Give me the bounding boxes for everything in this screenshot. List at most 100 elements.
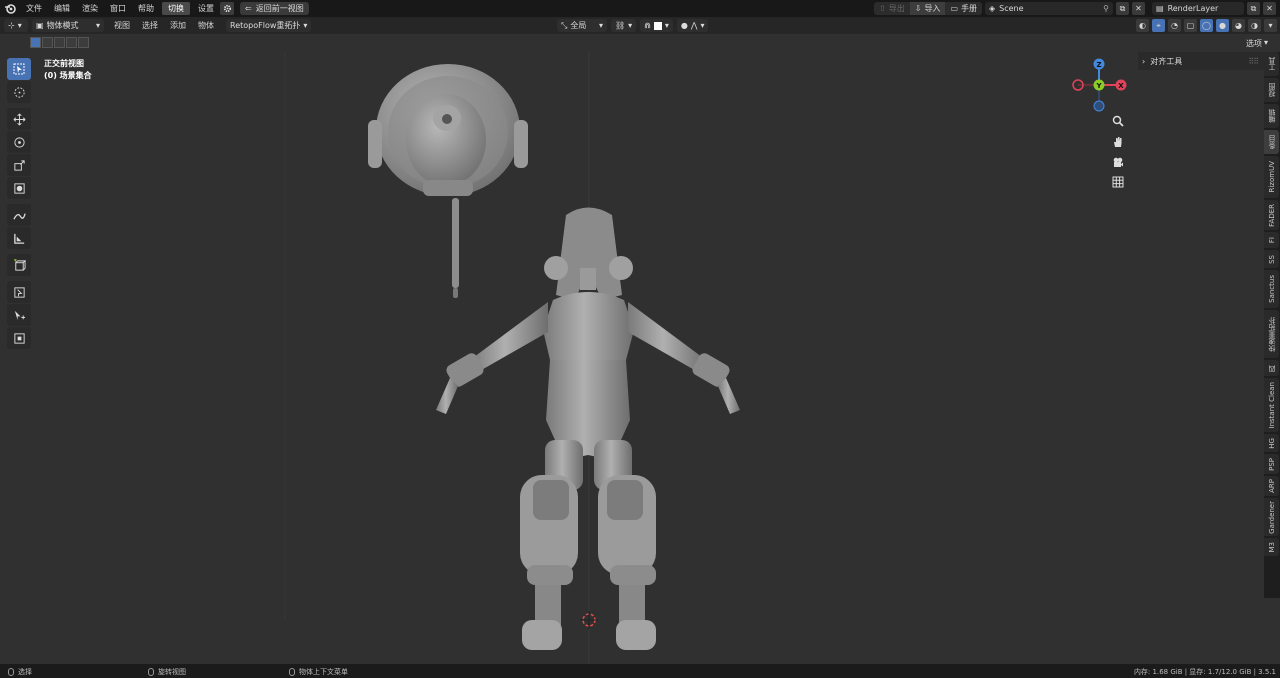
origin-icon[interactable] (7, 327, 31, 349)
proportional-edit-toggle[interactable]: ● ⋀ ▾ (676, 19, 709, 32)
gear-icon[interactable] (220, 2, 234, 15)
measure-icon[interactable] (7, 227, 31, 249)
gizmo-toggle-icon[interactable]: ⌖ (1152, 19, 1165, 32)
tab-m3[interactable]: M3 (1264, 538, 1279, 556)
scene-selector[interactable]: ◈ Scene ⚲ (985, 2, 1113, 15)
render-layer-icon: ▤ (1156, 4, 1164, 13)
menu-help[interactable]: 帮助 (132, 0, 160, 17)
navigation-gizmo[interactable]: Z X Y (1070, 56, 1130, 116)
import-icon: ⇩ (914, 4, 922, 13)
editor-type-icon: ⊹ (8, 21, 15, 30)
menu-view[interactable]: 视图 (108, 17, 136, 34)
tab-arp[interactable]: ARP (1264, 476, 1279, 496)
export-button[interactable]: ⇧ 导出 (874, 2, 910, 15)
workspace-tab-settings[interactable]: 设置 (192, 0, 220, 17)
grid-icon[interactable] (1109, 173, 1127, 191)
delete-layer-icon[interactable]: ✕ (1263, 2, 1276, 15)
select-box-icon[interactable] (30, 37, 41, 48)
tab-four[interactable]: 四 (1264, 360, 1279, 376)
select-extend-icon[interactable] (42, 37, 53, 48)
camera-icon[interactable] (1109, 153, 1127, 171)
mode-dropdown[interactable]: ▣ 物体模式 ▾ (32, 19, 104, 32)
export-label: 导出 (888, 4, 905, 13)
options-dropdown[interactable]: 选项 ▾ (1246, 38, 1268, 49)
rotate-icon[interactable] (7, 131, 31, 153)
menu-file[interactable]: 文件 (20, 0, 48, 17)
visibility-icon[interactable]: ◐ (1136, 19, 1149, 32)
tab-fader[interactable]: FADER (1264, 200, 1279, 230)
select-mode-group (30, 37, 89, 48)
tab-item[interactable]: 条目 (1264, 130, 1279, 154)
blender-logo-icon[interactable] (0, 0, 20, 17)
back-to-previous-button[interactable]: ⇐ 返回前一视图 (240, 2, 309, 15)
character-model[interactable] (436, 207, 740, 651)
wireframe-shading-icon[interactable]: ◯ (1200, 19, 1213, 32)
status-select-label: 选择 (18, 668, 32, 676)
tab-view[interactable]: 视图 (1264, 78, 1279, 102)
menu-select[interactable]: 选择 (136, 17, 164, 34)
zoom-icon[interactable] (1109, 112, 1127, 130)
transform-icon[interactable] (7, 177, 31, 199)
hand-icon[interactable] (1109, 133, 1127, 151)
tab-psp[interactable]: PSP (1264, 454, 1279, 474)
retopoflow-menu[interactable]: RetopoFlow重拓扑 ▾ (226, 19, 312, 32)
chevron-down-icon: ▾ (700, 21, 705, 30)
solid-shading-icon[interactable]: ● (1216, 19, 1229, 32)
cursor-icon[interactable] (7, 81, 31, 103)
x-axis-label: X (1118, 82, 1124, 90)
menu-object[interactable]: 物体 (192, 17, 220, 34)
tab-tool[interactable]: 工具 (1264, 52, 1279, 76)
menu-window[interactable]: 窗口 (104, 0, 132, 17)
move-icon[interactable] (7, 108, 31, 130)
shear-icon[interactable] (7, 304, 31, 326)
new-layer-icon[interactable]: ⧉ (1247, 2, 1260, 15)
align-tools-panel-header[interactable]: › 对齐工具 ⠿⠿ (1138, 52, 1264, 70)
tab-gardener[interactable]: Gardener (1264, 498, 1279, 536)
menu-edit[interactable]: 编辑 (48, 0, 76, 17)
rendered-shading-icon[interactable]: ◑ (1248, 19, 1261, 32)
tab-rizomuv[interactable]: RizomUV (1264, 156, 1279, 198)
tab-instant-clean[interactable]: Instant Clean (1264, 378, 1279, 432)
tab-quick-retopo[interactable]: 快速重拓扑 (1264, 310, 1279, 358)
tab-edit[interactable]: 编辑 (1264, 104, 1279, 128)
mouse-left-icon (8, 668, 14, 676)
view-name: 正交前视图 (44, 59, 84, 68)
add-cube-icon[interactable] (7, 254, 31, 276)
select-subtract-icon[interactable] (54, 37, 65, 48)
tab-sanctus[interactable]: Sanctus (1264, 270, 1279, 308)
tab-ss[interactable]: SS (1264, 250, 1279, 268)
helmet-model[interactable] (368, 64, 528, 298)
menu-render[interactable]: 渲染 (76, 0, 104, 17)
3d-cursor-icon[interactable] (580, 611, 598, 629)
transform-pivot-icon[interactable] (7, 281, 31, 303)
delete-scene-icon[interactable]: ✕ (1132, 2, 1145, 15)
manual-button[interactable]: ▭ 手册 (945, 2, 982, 15)
shading-options-icon[interactable]: ▾ (1264, 19, 1277, 32)
tab-fi[interactable]: FI (1264, 232, 1279, 248)
sidebar-tabs: 工具 视图 编辑 条目 RizomUV FADER FI SS Sanctus … (1264, 52, 1280, 598)
xray-toggle-icon[interactable]: ▢ (1184, 19, 1197, 32)
editor-type-dropdown[interactable]: ⊹ ▾ (4, 19, 28, 32)
import-label: 导入 (924, 4, 941, 13)
select-intersect-icon[interactable] (78, 37, 89, 48)
pivot-dropdown[interactable]: ⛓ ▾ (611, 19, 637, 32)
transform-orientation-dropdown[interactable]: ⤡ 全局 ▾ (557, 19, 607, 32)
workspace-tab-switch[interactable]: 切换 (162, 2, 190, 15)
pin-icon[interactable]: ⚲ (1103, 4, 1109, 13)
tab-hg[interactable]: HG (1264, 434, 1279, 452)
new-scene-icon[interactable]: ⧉ (1116, 2, 1129, 15)
render-layer-selector[interactable]: ▤ RenderLayer (1152, 2, 1244, 15)
drag-grip-icon[interactable]: ⠿⠿ (1248, 57, 1259, 66)
chevron-down-icon: ▾ (664, 21, 669, 30)
overlay-toggle-icon[interactable]: ◔ (1168, 19, 1181, 32)
select-box-tool-icon[interactable] (7, 58, 31, 80)
top-menu-bar: 文件 编辑 渲染 窗口 帮助 切换 设置 ⇐ 返回前一视图 ⇧ 导出 ⇩ 导入 ▭ 手… (0, 0, 1280, 17)
material-shading-icon[interactable]: ◕ (1232, 19, 1245, 32)
scale-icon[interactable] (7, 154, 31, 176)
neg-z-handle[interactable] (1093, 100, 1105, 112)
annotate-icon[interactable] (7, 204, 31, 226)
import-button[interactable]: ⇩ 导入 (909, 2, 946, 15)
menu-add[interactable]: 添加 (164, 17, 192, 34)
select-invert-icon[interactable] (66, 37, 77, 48)
snap-toggle[interactable]: ⋒ ▾ (640, 19, 673, 32)
